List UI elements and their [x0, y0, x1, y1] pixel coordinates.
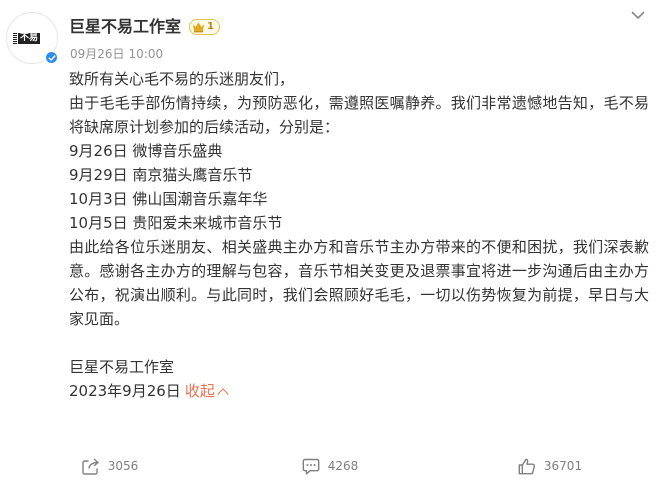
comment-button[interactable]: 4268: [220, 448, 440, 484]
event-item: 9月26日 微博音乐盛典: [69, 142, 223, 160]
repost-icon: [82, 458, 99, 475]
crown-icon: [193, 22, 205, 33]
repost-count: 3056: [107, 459, 139, 473]
studio-logo: 不易: [12, 32, 51, 44]
chevron-up-icon: [217, 388, 229, 400]
weibo-post: 不易 巨星不易工作室 1 09月26日 10:00 致所有关心毛不易的乐迷朋友们…: [0, 0, 660, 487]
level-number: 1: [207, 21, 214, 32]
post-time[interactable]: 10:00: [129, 46, 164, 62]
logo-mark: 不易: [17, 32, 40, 44]
post-header: 巨星不易工作室 1: [69, 16, 220, 38]
post-content: 致所有关心毛不易的乐迷朋友们， 由于毛毛手部伤情持续，为预防恶化，需遵照医嘱静养…: [69, 67, 649, 403]
logo-stripes: [12, 32, 17, 44]
collapse-link[interactable]: 收起: [184, 382, 229, 400]
event-item: 9月29日 南京猫头鹰音乐节: [69, 166, 253, 184]
signed-date: 2023年9月26日: [69, 382, 181, 400]
notice-paragraph: 由于毛毛手部伤情持续，为预防恶化，需遵照医嘱静养。我们非常遗憾地告知，毛不易将缺…: [69, 94, 649, 136]
thumbs-up-icon: [518, 458, 535, 474]
event-item: 10月3日 佛山国潮音乐嘉年华: [69, 190, 268, 208]
verified-icon: [44, 50, 59, 65]
action-bar: 3056 4268 36701: [0, 448, 660, 484]
apology-paragraph: 由此给各位乐迷朋友、相关盛典主办方和音乐节主办方带来的不便和困扰，我们深表歉意。…: [69, 238, 649, 328]
comment-count: 4268: [327, 459, 359, 473]
event-item: 10月5日 贵阳爱未来城市音乐节: [69, 214, 283, 232]
signature-line: 巨星不易工作室: [69, 358, 175, 376]
author-name[interactable]: 巨星不易工作室: [69, 16, 181, 38]
post-meta: 09月26日 10:00: [70, 46, 163, 62]
avatar-container[interactable]: 不易: [6, 12, 59, 65]
collapse-label: 收起: [184, 382, 215, 400]
greeting-line: 致所有关心毛不易的乐迷朋友们，: [69, 70, 295, 88]
chevron-down-icon: [631, 11, 645, 19]
comment-icon: [302, 458, 320, 474]
repost-button[interactable]: 3056: [0, 448, 220, 484]
signed-date-line: 2023年9月26日 收起: [69, 379, 649, 403]
like-count: 36701: [543, 459, 583, 473]
level-badge[interactable]: 1: [189, 19, 220, 35]
post-date[interactable]: 09月26日: [70, 46, 125, 62]
like-button[interactable]: 36701: [440, 448, 660, 484]
more-options-button[interactable]: [628, 8, 648, 22]
